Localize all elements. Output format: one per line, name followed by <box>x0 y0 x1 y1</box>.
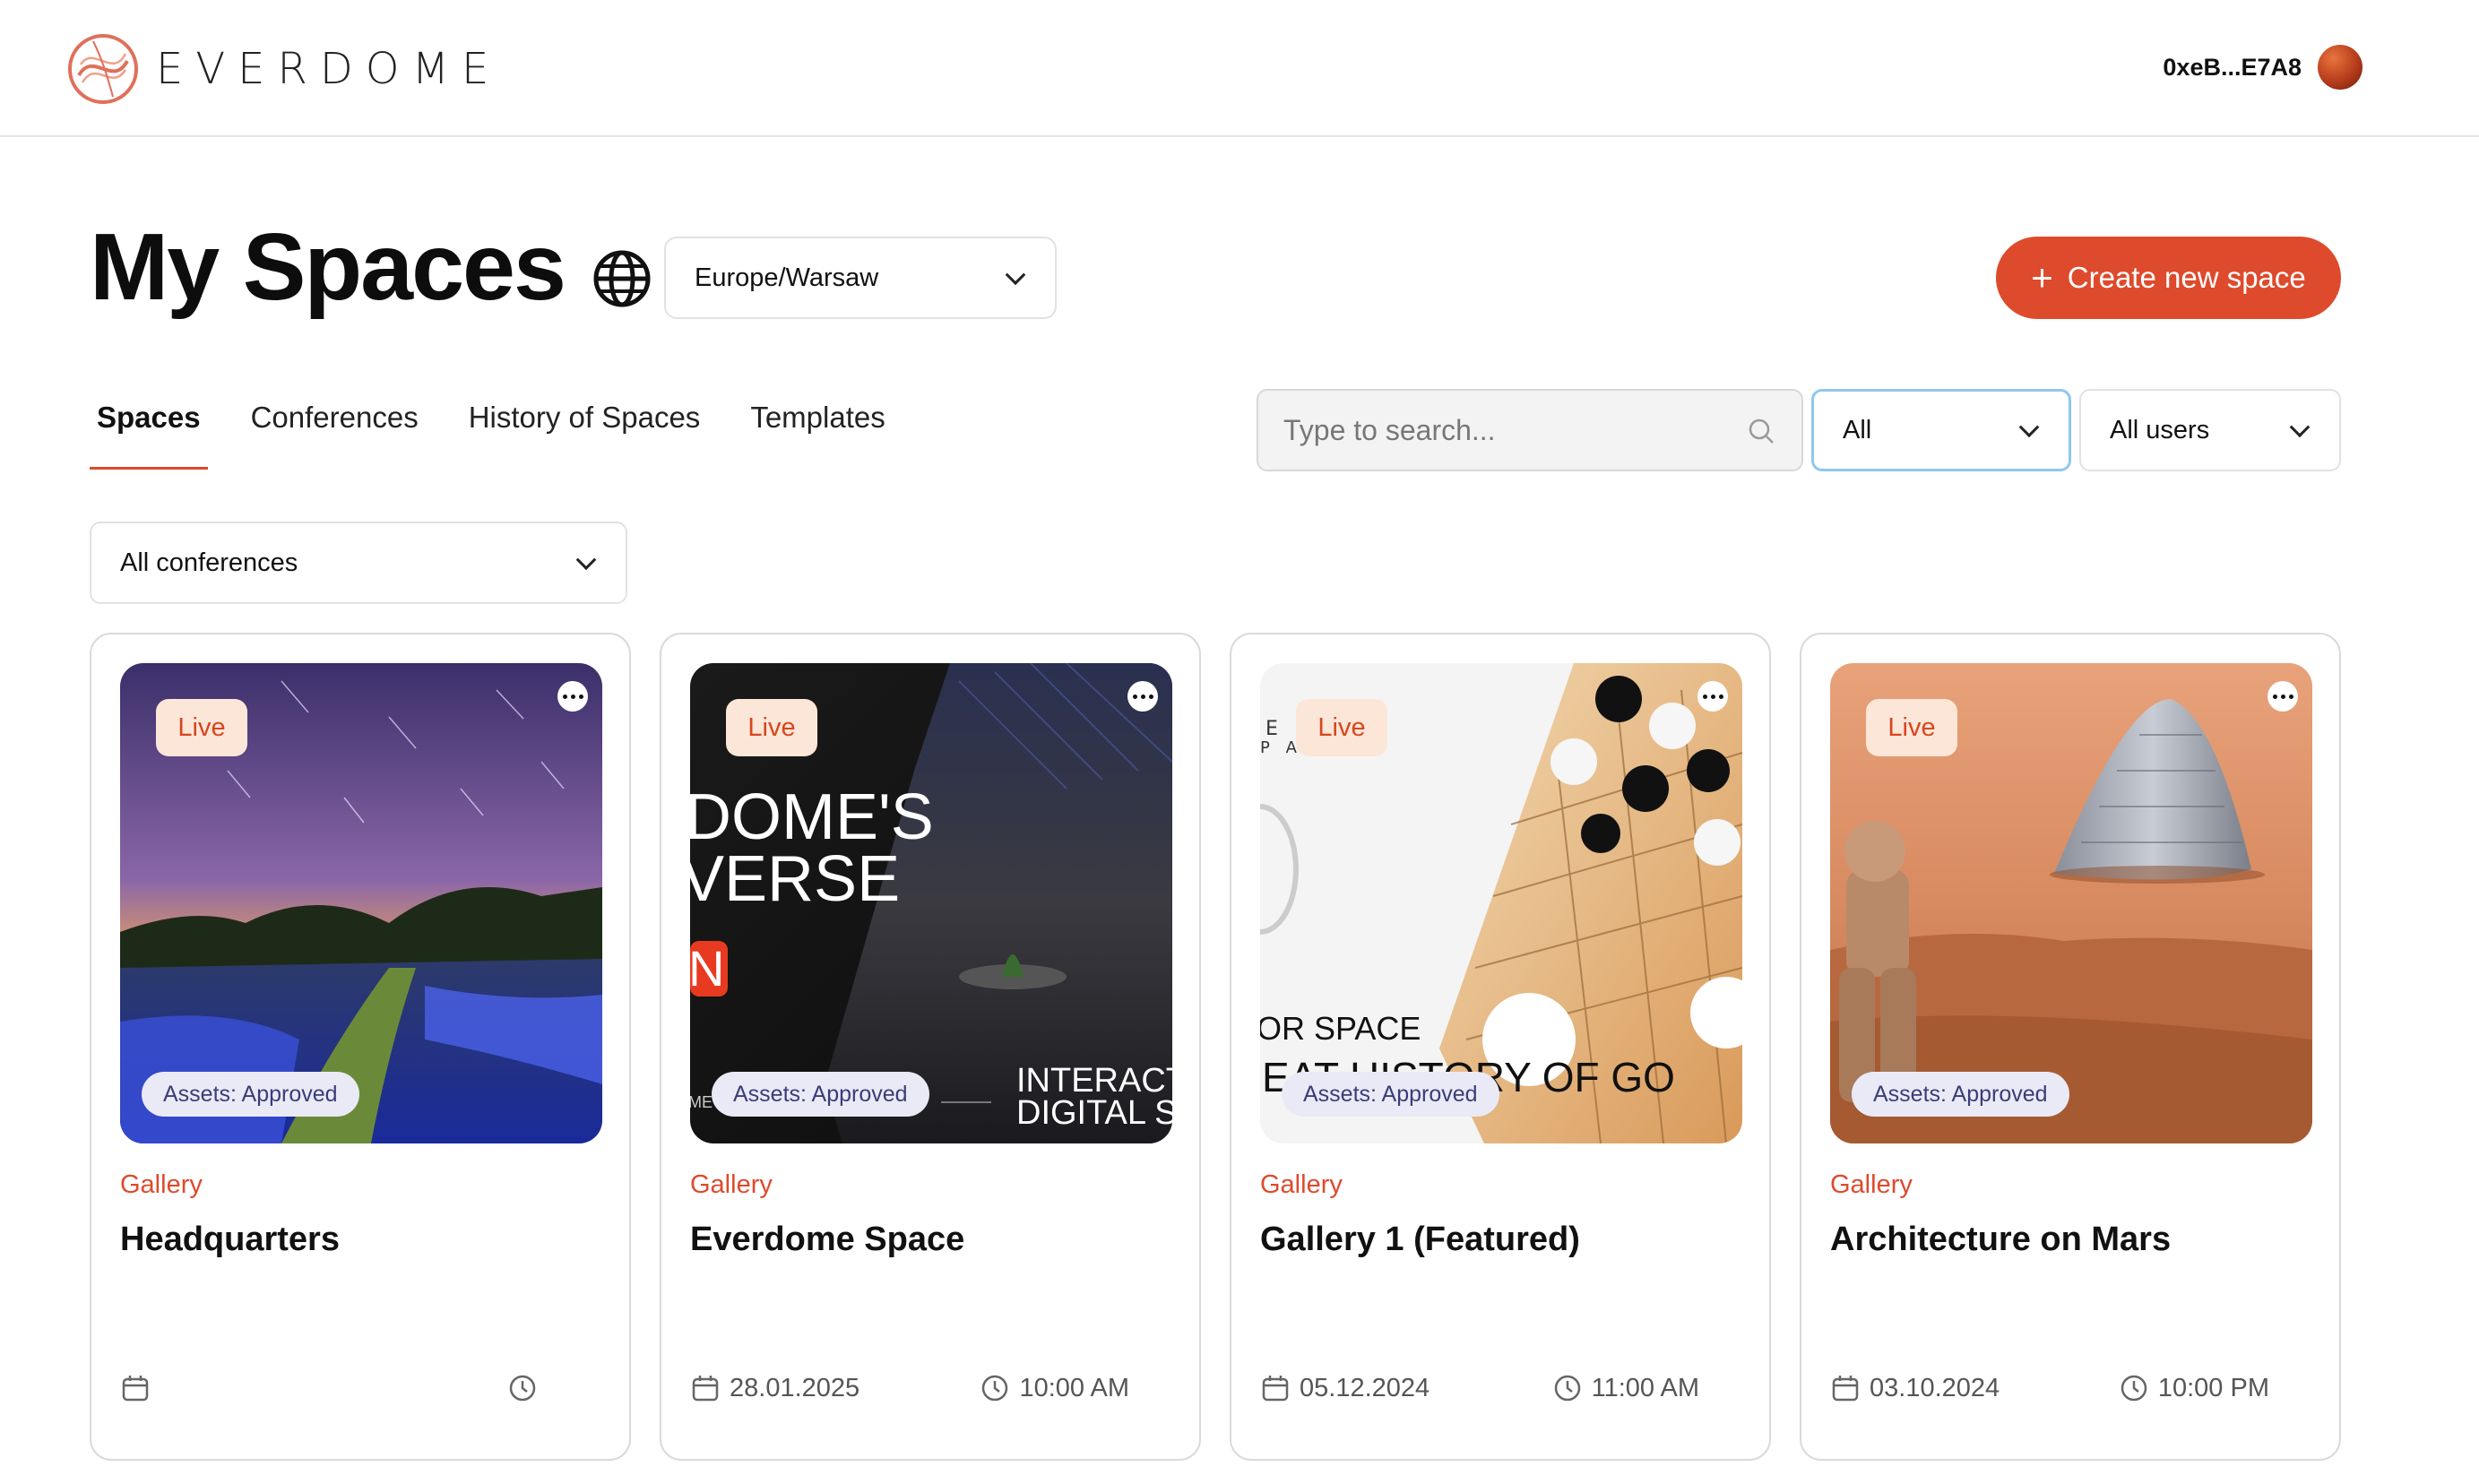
top-bar: EVERDOME 0xeB...E7A8 <box>0 0 2479 137</box>
clock-icon <box>982 1375 1008 1402</box>
space-thumbnail[interactable]: E E P A C E S OR SPACE EAT HISTORY OF GO… <box>1260 663 1742 1143</box>
space-title: Gallery 1 (Featured) <box>1260 1221 1580 1258</box>
promo-text-line3: N <box>690 940 724 997</box>
assets-status-badge: Assets: Approved <box>1852 1072 2069 1117</box>
space-date-value: 03.10.2024 <box>1870 1373 2000 1402</box>
everdome-logo-icon <box>68 34 138 104</box>
plus-icon: + <box>2031 256 2053 298</box>
avatar[interactable] <box>2318 45 2362 90</box>
space-time: 11:00 AM <box>1552 1373 1699 1403</box>
clock-icon <box>509 1375 536 1402</box>
more-options-icon[interactable] <box>1697 681 1728 712</box>
chevron-down-icon <box>2289 417 2311 438</box>
space-category: Gallery <box>120 1170 203 1199</box>
calendar-icon <box>692 1376 719 1402</box>
space-date: 28.01.2025 <box>690 1373 859 1403</box>
live-badge: Live <box>726 699 817 756</box>
space-category: Gallery <box>1830 1170 1913 1199</box>
space-date-value: 28.01.2025 <box>730 1373 860 1402</box>
more-options-icon[interactable] <box>557 681 588 712</box>
chevron-down-icon <box>2018 417 2040 438</box>
tab-conferences[interactable]: Conferences <box>244 394 426 470</box>
space-thumbnail[interactable]: Live Assets: Approved <box>1830 663 2312 1143</box>
space-title: Everdome Space <box>690 1221 965 1258</box>
brand-logo[interactable]: EVERDOME <box>66 32 501 106</box>
more-options-icon[interactable] <box>2267 681 2298 712</box>
space-title: Architecture on Mars <box>1830 1221 2172 1258</box>
space-schedule: 03.10.2024 10:00 PM <box>1830 1373 2311 1414</box>
timezone-value: Europe/Warsaw <box>695 263 879 292</box>
brand-name: EVERDOME <box>156 44 502 94</box>
space-time <box>507 1373 547 1403</box>
tab-history-of-spaces[interactable]: History of Spaces <box>462 394 708 470</box>
space-schedule: 28.01.2025 10:00 AM <box>690 1373 1170 1414</box>
live-badge: Live <box>1296 699 1387 756</box>
tab-bar: Spaces Conferences History of Spaces Tem… <box>90 394 929 470</box>
conference-filter-select[interactable]: All conferences <box>90 522 627 604</box>
conference-filter-value: All conferences <box>120 548 298 577</box>
space-schedule: 05.12.2024 11:00 AM <box>1260 1373 1740 1414</box>
promo-text-line5: DIGITAL SI <box>1016 1094 1172 1132</box>
timezone-select[interactable]: Europe/Warsaw <box>664 237 1057 319</box>
space-card-architecture-on-mars[interactable]: Live Assets: Approved Gallery Architectu… <box>1800 633 2341 1461</box>
calendar-icon <box>1832 1376 1859 1402</box>
space-time-value: 10:00 PM <box>2157 1373 2269 1402</box>
calendar-icon <box>122 1376 149 1402</box>
search-box <box>1257 389 1803 471</box>
users-filter-select[interactable]: All users <box>2079 389 2341 471</box>
wallet-address: 0xeB...E7A8 <box>2163 53 2302 81</box>
assets-status-badge: Assets: Approved <box>1282 1072 1499 1117</box>
status-filter-value: All <box>1843 415 1872 444</box>
space-date: 03.10.2024 <box>1830 1373 2000 1403</box>
chevron-down-icon <box>575 549 597 571</box>
space-time-value: 10:00 AM <box>1019 1373 1129 1402</box>
promo-text-line2: VERSE <box>690 843 900 915</box>
space-card-headquarters[interactable]: Live Assets: Approved Gallery Headquarte… <box>90 633 631 1461</box>
more-options-icon[interactable] <box>1127 681 1158 712</box>
space-date: 05.12.2024 <box>1260 1373 1430 1403</box>
space-card-everdome-space[interactable]: DOME'S VERSE N INTERACT DIGITAL SI ME Li… <box>660 633 1201 1461</box>
promo-text-line3: OR SPACE <box>1260 1010 1421 1047</box>
tab-templates[interactable]: Templates <box>743 394 892 470</box>
space-date-value: 05.12.2024 <box>1300 1373 1430 1402</box>
space-schedule <box>120 1373 600 1414</box>
assets-status-badge: Assets: Approved <box>142 1072 359 1117</box>
space-time-value: 11:00 AM <box>1591 1373 1699 1402</box>
space-time: 10:00 AM <box>980 1373 1129 1403</box>
space-date <box>120 1373 160 1403</box>
page-title: My Spaces <box>90 214 566 320</box>
chevron-down-icon <box>1005 264 1026 286</box>
search-input[interactable] <box>1283 413 1714 447</box>
live-badge: Live <box>1866 699 1957 756</box>
status-filter-select[interactable]: All <box>1811 389 2071 471</box>
tab-spaces[interactable]: Spaces <box>90 394 208 470</box>
create-space-label: Create new space <box>2067 261 2306 294</box>
clock-icon <box>1554 1375 1580 1402</box>
space-category: Gallery <box>690 1170 773 1199</box>
space-category: Gallery <box>1260 1170 1343 1199</box>
clock-icon <box>2121 1375 2147 1402</box>
wallet-menu[interactable]: 0xeB...E7A8 <box>2163 45 2362 90</box>
search-icon[interactable] <box>1748 418 1775 444</box>
promo-text-line1: DOME'S <box>690 781 934 853</box>
space-card-gallery-1-featured[interactable]: E E P A C E S OR SPACE EAT HISTORY OF GO… <box>1230 633 1771 1461</box>
calendar-icon <box>1262 1376 1289 1402</box>
users-filter-value: All users <box>2110 415 2210 444</box>
promo-text-line6: ME <box>690 1093 713 1111</box>
space-time: 10:00 PM <box>2119 1373 2269 1403</box>
globe-icon <box>593 250 651 307</box>
assets-status-badge: Assets: Approved <box>712 1072 929 1117</box>
space-thumbnail[interactable]: DOME'S VERSE N INTERACT DIGITAL SI ME Li… <box>690 663 1172 1143</box>
space-thumbnail[interactable]: Live Assets: Approved <box>120 663 602 1143</box>
live-badge: Live <box>156 699 247 756</box>
create-space-button[interactable]: + Create new space <box>1996 237 2341 319</box>
space-title: Headquarters <box>120 1221 340 1258</box>
